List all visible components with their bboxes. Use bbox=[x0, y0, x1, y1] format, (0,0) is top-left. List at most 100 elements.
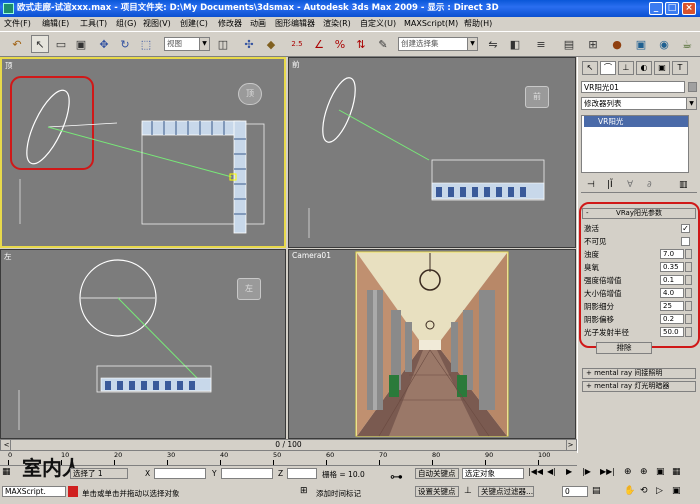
percent-snap-icon[interactable]: % bbox=[331, 35, 349, 53]
track-bar[interactable]: 0 10 20 30 40 50 60 70 80 90 100 bbox=[0, 452, 577, 466]
modify-tab-icon[interactable]: ⌒ bbox=[600, 61, 616, 75]
param-checkbox[interactable]: ✓ bbox=[681, 224, 690, 233]
viewport-front[interactable]: 前 前 bbox=[288, 57, 576, 248]
configure-sets-icon[interactable]: ▥ bbox=[679, 180, 688, 190]
go-to-end-icon[interactable]: ▶▶| bbox=[600, 467, 615, 476]
param-spinner-field[interactable]: 0.1 bbox=[660, 275, 684, 285]
material-editor-icon[interactable]: ● bbox=[608, 35, 626, 53]
minimize-button[interactable]: _ bbox=[649, 2, 663, 15]
param-checkbox[interactable] bbox=[681, 237, 690, 246]
menu-modifiers[interactable]: 修改器 bbox=[218, 17, 242, 31]
close-button[interactable]: × bbox=[682, 2, 696, 15]
viewport-camera[interactable]: Camera01 bbox=[288, 249, 576, 439]
menu-edit[interactable]: 编辑(E) bbox=[42, 17, 69, 31]
spinner-arrows-icon[interactable] bbox=[685, 327, 692, 337]
spinner-arrows-icon[interactable] bbox=[685, 301, 692, 311]
add-time-tag[interactable]: 添加时间标记 bbox=[316, 488, 361, 499]
select-move-icon[interactable]: ✥ bbox=[95, 35, 113, 53]
viewcube-icon[interactable]: 左 bbox=[237, 278, 261, 300]
menu-maxscript[interactable]: MAXScript(M) bbox=[404, 17, 458, 31]
param-spinner-field[interactable]: 0.2 bbox=[660, 314, 684, 324]
viewport-left[interactable]: 左 左 bbox=[0, 249, 286, 439]
spinner-arrows-icon[interactable] bbox=[685, 275, 692, 285]
stack-item[interactable]: VR阳光 bbox=[584, 116, 688, 127]
spinner-snap-icon[interactable]: ⇅ bbox=[352, 35, 370, 53]
selection-filter-combo[interactable]: 选定对象 bbox=[462, 468, 524, 479]
select-object-icon[interactable]: ↖ bbox=[31, 35, 49, 53]
maxscript-listener[interactable]: MAXScript. bbox=[2, 486, 66, 497]
spinner-arrows-icon[interactable] bbox=[685, 249, 692, 259]
x-coordinate-field[interactable] bbox=[154, 468, 206, 479]
set-key-button[interactable]: 设置关键点 bbox=[415, 486, 459, 497]
menu-help[interactable]: 帮助(H) bbox=[464, 17, 492, 31]
param-spinner-field[interactable]: 4.0 bbox=[660, 288, 684, 298]
layer-manager-icon[interactable]: ≡ bbox=[532, 35, 550, 53]
orbit-icon[interactable]: ⟲ bbox=[640, 486, 648, 496]
edit-named-selection-icon[interactable]: ✎ bbox=[374, 35, 392, 53]
maximize-button[interactable]: □ bbox=[665, 2, 679, 15]
display-tab-icon[interactable]: ▣ bbox=[654, 61, 670, 75]
snap-toggle-icon[interactable]: 2.5 bbox=[288, 35, 306, 53]
modifier-stack[interactable]: VR阳光 bbox=[581, 115, 689, 173]
zoom-icon[interactable]: ⊕ bbox=[624, 467, 632, 477]
z-coordinate-field[interactable] bbox=[287, 468, 317, 479]
mini-listener-icon[interactable]: ▦ bbox=[2, 467, 16, 478]
select-rotate-icon[interactable]: ↻ bbox=[116, 35, 134, 53]
viewcube-icon[interactable]: 顶 bbox=[238, 83, 262, 105]
time-slider[interactable]: < 0 / 100 > bbox=[0, 439, 577, 451]
create-tab-icon[interactable]: ↖ bbox=[582, 61, 598, 75]
object-name-field[interactable]: VR阳光01 bbox=[581, 81, 685, 93]
schematic-view-icon[interactable]: ⊞ bbox=[584, 35, 602, 53]
y-coordinate-field[interactable] bbox=[221, 468, 273, 479]
spinner-arrows-icon[interactable] bbox=[685, 314, 692, 324]
menu-tools[interactable]: 工具(T) bbox=[80, 17, 107, 31]
viewport-top[interactable]: 顶 顶 bbox=[0, 57, 286, 248]
spinner-arrows-icon[interactable] bbox=[685, 288, 692, 298]
angle-snap-icon[interactable]: ∠ bbox=[310, 35, 328, 53]
pivot-icon[interactable]: ◫ bbox=[214, 35, 232, 53]
zoom-extents-all-icon[interactable]: ▦ bbox=[672, 467, 681, 477]
object-color-swatch[interactable] bbox=[688, 82, 697, 92]
mental-ray-shader-rollout[interactable]: + mental ray 灯光明暗器 bbox=[582, 381, 696, 392]
menu-views[interactable]: 视图(V) bbox=[143, 17, 171, 31]
viewcube-icon[interactable]: 前 bbox=[525, 86, 549, 108]
play-icon[interactable]: ▶ bbox=[566, 467, 572, 476]
pan-icon[interactable]: ✋ bbox=[624, 486, 635, 496]
time-config-icon[interactable]: ▤ bbox=[592, 486, 601, 496]
hierarchy-tab-icon[interactable]: ⊥ bbox=[618, 61, 634, 75]
pin-stack-icon[interactable]: ⊣ bbox=[587, 180, 595, 190]
named-selection-set-combo[interactable]: 创建选择集 ▼ bbox=[398, 37, 478, 51]
menu-animation[interactable]: 动画 bbox=[250, 17, 266, 31]
modifier-list-combo[interactable]: 修改器列表 ▼ bbox=[581, 97, 697, 110]
reference-coordinate-combo[interactable]: 视图 ▼ bbox=[164, 37, 210, 51]
param-spinner-field[interactable]: 0.35 bbox=[660, 262, 684, 272]
window-crossing-icon[interactable]: ▣ bbox=[72, 35, 90, 53]
spinner-arrows-icon[interactable] bbox=[685, 262, 692, 272]
menu-rendering[interactable]: 渲染(R) bbox=[323, 17, 351, 31]
remove-modifier-icon[interactable]: ∂ bbox=[647, 180, 652, 190]
select-scale-icon[interactable]: ⬚ bbox=[137, 35, 155, 53]
menu-file[interactable]: 文件(F) bbox=[4, 17, 31, 31]
mental-ray-gi-rollout[interactable]: + mental ray 间接照明 bbox=[582, 368, 696, 379]
key-filters-button[interactable]: 关键点过滤器... bbox=[478, 486, 534, 497]
key-filter-icon[interactable]: ⊥ bbox=[464, 486, 472, 496]
param-spinner-field[interactable]: 50.0 bbox=[660, 327, 684, 337]
next-frame-icon[interactable]: |▶ bbox=[582, 467, 591, 476]
lock-icon[interactable]: ⊞ bbox=[300, 486, 308, 496]
current-frame-field[interactable]: 0 bbox=[562, 486, 588, 497]
auto-key-button[interactable]: 自动关键点 bbox=[415, 468, 459, 479]
field-of-view-icon[interactable]: ▷ bbox=[656, 486, 663, 496]
render-setup-icon[interactable]: ▣ bbox=[632, 35, 650, 53]
keyboard-shortcut-icon[interactable]: ◆ bbox=[262, 35, 280, 53]
select-region-icon[interactable]: ▭ bbox=[52, 35, 70, 53]
align-icon[interactable]: ◧ bbox=[506, 35, 524, 53]
param-spinner-field[interactable]: 25 bbox=[660, 301, 684, 311]
menu-customize[interactable]: 自定义(U) bbox=[360, 17, 396, 31]
zoom-extents-icon[interactable]: ▣ bbox=[656, 467, 665, 477]
render-frame-icon[interactable]: ◉ bbox=[655, 35, 673, 53]
show-end-result-icon[interactable]: |Ĩ bbox=[607, 180, 613, 190]
maximize-viewport-icon[interactable]: ▣ bbox=[672, 486, 681, 496]
select-manipulate-icon[interactable]: ✣ bbox=[240, 35, 258, 53]
menu-graph-editors[interactable]: 图形编辑器 bbox=[275, 17, 315, 31]
zoom-all-icon[interactable]: ⊕ bbox=[640, 467, 648, 477]
